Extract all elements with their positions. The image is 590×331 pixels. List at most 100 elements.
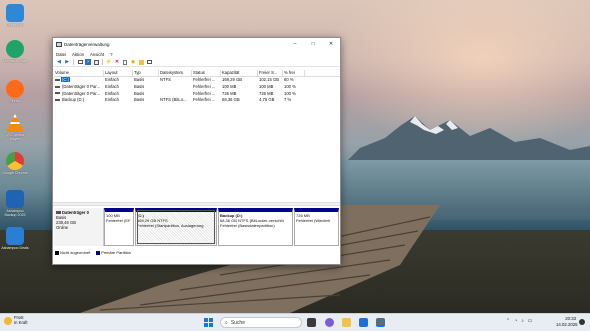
delete-icon[interactable]: ✕ — [114, 59, 120, 65]
windows-logo-icon — [209, 323, 213, 327]
column-filesystem[interactable]: Dateisystem — [159, 70, 192, 76]
cell-filesystem: NTFS — [160, 77, 171, 83]
column-volume[interactable]: Volume — [54, 70, 104, 76]
desktop-icon-chrome[interactable]: Google Chrome — [1, 152, 29, 175]
menu-ansicht[interactable]: Ansicht — [90, 52, 104, 57]
column-layout[interactable]: Layout — [104, 70, 133, 76]
partition-recovery[interactable]: 726 MB Fehlerfrei (Wiederh — [294, 208, 339, 246]
disk-map: Datenträger 0 Basis 238,46 GB Online 100… — [54, 208, 340, 246]
disk-label[interactable]: Datenträger 0 Basis 238,46 GB Online — [54, 208, 104, 246]
pane-splitter[interactable] — [53, 202, 340, 206]
disk-management-taskbar-icon[interactable] — [376, 318, 385, 327]
cell-free-space: 726 MB — [259, 90, 274, 96]
maximize-button[interactable]: □ — [304, 41, 322, 47]
cell-layout: Einfach — [105, 77, 119, 83]
menu-help[interactable]: ? — [110, 52, 112, 57]
export-icon[interactable] — [122, 59, 128, 65]
partition-status: Fehlerfrei (Basisdatenpartition) — [220, 222, 275, 228]
cell-filesystem: NTFS (BitLo... — [160, 97, 187, 103]
chrome-icon — [6, 152, 24, 170]
cell-percent-free: 7 % — [284, 97, 292, 103]
back-icon[interactable]: ◀ — [56, 59, 62, 65]
refresh-icon[interactable] — [138, 59, 144, 65]
list-icon[interactable] — [146, 59, 152, 65]
search-placeholder: Suche — [230, 319, 245, 326]
weather-widget[interactable]: Frost In Kraft — [4, 315, 28, 325]
partition-efi[interactable]: 100 MB Fehlerfrei (EF — [104, 208, 134, 246]
battery-icon[interactable]: ▭ — [528, 318, 533, 324]
windows-logo-icon — [204, 323, 208, 327]
minimize-button[interactable]: – — [286, 41, 304, 47]
volume-icon — [55, 99, 60, 102]
cell-status: Fehlerfrei ... — [193, 77, 216, 83]
close-button[interactable]: ✕ — [322, 41, 340, 47]
clock[interactable]: 20:33 14.02.2025 — [556, 316, 578, 327]
cell-capacity: 68,36 GB — [222, 97, 240, 103]
title-bar[interactable]: Datenträgerverwaltung – □ ✕ — [53, 38, 340, 50]
table-row[interactable]: (Datenträger 0 Par... Einfach Basis Fehl… — [54, 90, 340, 97]
desktop-icon-label: Firefox — [9, 99, 21, 103]
system-tray: ⌃ ◔ ♪ ▭ — [506, 318, 532, 324]
task-view-icon[interactable] — [307, 318, 316, 327]
table-row[interactable]: Backup (D:) Einfach Basis NTFS (BitLo...… — [54, 96, 340, 103]
partition-status: Fehlerfrei (Startpartition, Auslagerung — [137, 222, 204, 228]
desktop-icon-edge[interactable]: Microsoft Edge — [1, 40, 29, 63]
desktop-icon-ashampoo-backup[interactable]: Ashampoo Backup 2025 — [1, 190, 29, 217]
column-type[interactable]: Typ — [133, 70, 159, 76]
column-capacity[interactable]: Kapazität — [221, 70, 258, 76]
partition-c[interactable]: (C:) 169,29 GB NTFS Fehlerfrei (Startpar… — [135, 208, 217, 246]
copilot-icon[interactable] — [325, 318, 334, 327]
desktop-icon-firefox[interactable]: Firefox — [1, 80, 29, 103]
desktop-icon-label: VLC media player — [6, 133, 24, 141]
desktop-icon-vlc[interactable]: VLC media player — [1, 114, 29, 141]
cell-free-space: 102,15 GB — [259, 77, 280, 83]
volume-icon[interactable]: ♪ — [521, 318, 524, 324]
notification-bell-icon[interactable] — [579, 319, 585, 325]
search-box[interactable]: ⌕ Suche — [220, 317, 302, 328]
table-row[interactable]: (C:) Einfach Basis NTFS Fehlerfrei ... 1… — [54, 77, 340, 84]
cell-capacity: 726 MB — [222, 90, 237, 96]
toolbar-separator — [73, 59, 74, 65]
cell-capacity: 169,29 GB — [222, 77, 243, 83]
legend-swatch — [96, 250, 101, 255]
cell-layout: Einfach — [105, 83, 119, 89]
cell-volume: (Datenträger 0 Par... — [54, 84, 104, 89]
toolbar: ◀ ▶ ? ⚡ ✕ ◉ — [53, 58, 340, 67]
column-status[interactable]: Status — [192, 70, 221, 76]
desktop-icon-ashampoo-deals[interactable]: Ashampoo Deals — [1, 227, 29, 250]
disk-state: Online — [56, 225, 69, 230]
table-header: Volume Layout Typ Dateisystem Status Kap… — [54, 70, 340, 77]
windows-logo-icon — [204, 318, 208, 322]
cell-percent-free: 100 % — [284, 83, 296, 89]
windows-logo-icon — [209, 318, 213, 322]
cell-volume: (C:) — [54, 77, 104, 83]
forward-icon[interactable]: ▶ — [64, 59, 70, 65]
help-icon[interactable]: ? — [85, 59, 91, 65]
properties-icon[interactable] — [93, 59, 99, 65]
menu-datei[interactable]: Datei — [56, 52, 66, 57]
menu-aktion[interactable]: Aktion — [72, 52, 84, 57]
column-free-space[interactable]: Freier S... — [258, 70, 283, 76]
column-percent-free[interactable]: % frei — [283, 70, 305, 76]
disk-management-window: Datenträgerverwaltung – □ ✕ Datei Aktion… — [52, 37, 341, 265]
connect-icon[interactable]: ⚡ — [106, 59, 112, 65]
clock-date: 14.02.2025 — [556, 321, 578, 327]
wifi-icon[interactable]: ◔ — [514, 318, 517, 324]
cell-free-space: 100 MB — [259, 83, 274, 89]
start-button[interactable] — [204, 318, 213, 327]
desktop-icon-label: Microsoft Edge — [3, 59, 27, 63]
app-icon[interactable] — [359, 318, 368, 327]
ashampoo-deals-icon — [6, 227, 24, 245]
view-icon[interactable] — [77, 59, 83, 65]
weather-icon — [4, 316, 12, 325]
search-icon[interactable]: ◉ — [130, 59, 136, 65]
file-explorer-icon[interactable] — [342, 318, 351, 327]
desktop-icon-label: Ashampoo Backup 2025 — [4, 209, 26, 217]
cell-layout: Einfach — [105, 90, 119, 96]
desktop-icon-recycle-bin[interactable]: Papierkorb — [1, 4, 29, 27]
table-row[interactable]: (Datenträger 0 Par... Einfach Basis Fehl… — [54, 83, 340, 90]
partition-backup-d[interactable]: Backup (D:) 68,36 GB NTFS (BitLocker-ver… — [218, 208, 293, 246]
desktop-icon-label: Ashampoo Deals — [1, 246, 29, 250]
chevron-up-icon[interactable]: ⌃ — [506, 318, 510, 324]
edge-icon — [6, 40, 24, 58]
